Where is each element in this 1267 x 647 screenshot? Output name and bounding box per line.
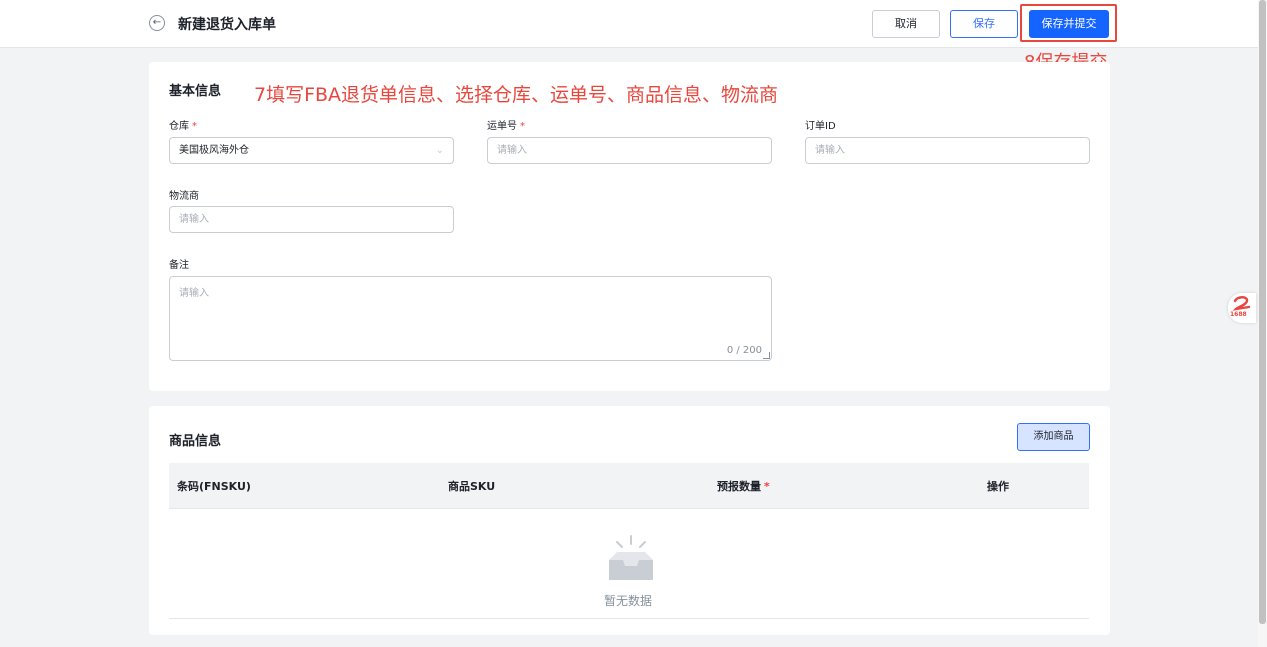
annotation-step-7: 7填写FBA退货单信息、选择仓库、运单号、商品信息、物流商 [254,84,779,106]
order-id-input[interactable]: 请输入 [805,137,1090,164]
order-id-label: 订单ID [805,121,836,132]
1688-logo-icon[interactable] [1228,293,1256,323]
tracking-no-label: 运单号 * [487,121,525,132]
empty-inbox-icon [609,535,653,580]
page-title: 新建退货入库单 [178,17,276,33]
table-divider [169,618,1089,619]
1688-logo-text: 1688 [1230,311,1247,318]
goods-info-card: 商品信息 添加商品 条码(FNSKU) 商品SKU 预报数量 * 操作 暂无数据 [149,406,1110,635]
cancel-button[interactable]: 取消 [872,10,940,38]
column-header-fnsku: 条码(FNSKU) [177,480,251,493]
column-header-action: 操作 [987,480,1009,493]
arrow-left-icon[interactable]: ← [149,15,165,31]
carrier-input[interactable]: 请输入 [169,206,454,233]
empty-state-text: 暂无数据 [604,594,653,608]
goods-table-header: 条码(FNSKU) 商品SKU 预报数量 * 操作 [169,463,1089,509]
warehouse-label: 仓库 * [169,121,197,132]
resize-handle-icon[interactable] [763,352,770,359]
save-button[interactable]: 保存 [950,10,1018,38]
warehouse-select[interactable]: 美国极风海外仓 ⌄ [169,137,454,164]
column-header-qty: 预报数量 * [717,480,770,493]
scrollbar-thumb[interactable] [1259,0,1266,624]
basic-info-card: 基本信息 仓库 * 美国极风海外仓 ⌄ 运单号 * 请输入 订单ID 请输入 物流商… [149,62,1110,391]
remark-textarea[interactable]: 请输入 0 / 200 [169,276,772,361]
carrier-label: 物流商 [169,191,199,202]
goods-info-title: 商品信息 [169,434,222,449]
1688-logo-mark [1232,296,1251,311]
column-header-sku: 商品SKU [448,480,496,493]
tracking-no-input[interactable]: 请输入 [487,137,772,164]
highlight-box [1020,4,1117,42]
warehouse-select-value: 美国极风海外仓 [179,145,249,156]
add-goods-button[interactable]: 添加商品 [1017,423,1090,451]
remark-counter: 0 / 200 [726,345,762,356]
chevron-down-icon: ⌄ [435,145,444,156]
basic-info-title: 基本信息 [169,84,222,99]
remark-placeholder: 请输入 [179,288,209,299]
remark-label: 备注 [169,260,189,271]
